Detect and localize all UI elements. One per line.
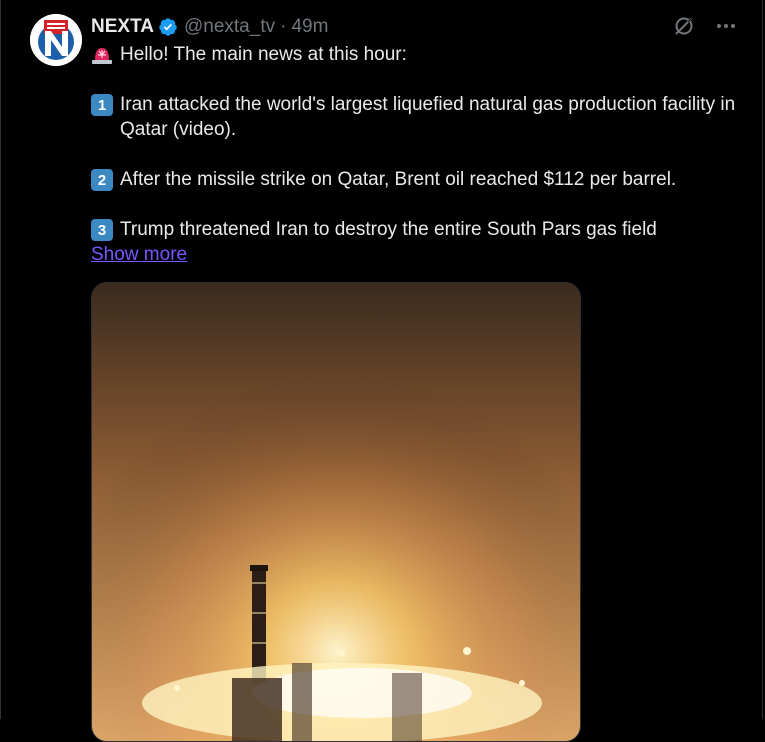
post-card[interactable]: NEXTA @nexta_tv · 49m Hello! The main ne… (0, 0, 763, 742)
post-actions-top (672, 14, 738, 38)
keycap-1-icon: 1 (91, 94, 113, 116)
grok-icon[interactable] (672, 14, 696, 38)
video-thumbnail[interactable] (91, 282, 581, 742)
rotating-light-emoji-icon (92, 48, 112, 64)
post-text: Hello! The main news at this hour: 1 Ira… (91, 42, 746, 267)
nexta-logo-icon (30, 14, 82, 66)
verified-badge-icon (159, 18, 177, 36)
news-item: 2 After the missile strike on Qatar, Bre… (91, 167, 746, 192)
author-handle[interactable]: @nexta_tv (184, 16, 275, 38)
explosion-scene-image (92, 283, 580, 741)
post-time[interactable]: 49m (291, 16, 328, 38)
intro-line: Hello! The main news at this hour: (91, 42, 746, 67)
more-icon[interactable] (714, 14, 738, 38)
intro-text: Hello! The main news at this hour: (120, 44, 407, 65)
news-item: 1 Iran attacked the world's largest liqu… (91, 92, 746, 142)
post-header: NEXTA @nexta_tv · 49m (91, 14, 328, 40)
author-name[interactable]: NEXTA (91, 16, 154, 38)
keycap-3-icon: 3 (91, 219, 113, 241)
news-item-text: Iran attacked the world's largest liquef… (120, 94, 736, 140)
avatar[interactable] (30, 14, 82, 66)
news-item-text: Trump threatened Iran to destroy the ent… (120, 219, 657, 240)
show-more-link[interactable]: Show more (91, 244, 187, 265)
news-item-text: After the missile strike on Qatar, Brent… (120, 169, 677, 190)
keycap-2-icon: 2 (91, 169, 113, 191)
separator-dot: · (280, 16, 287, 37)
news-item: 3 Trump threatened Iran to destroy the e… (91, 217, 746, 242)
